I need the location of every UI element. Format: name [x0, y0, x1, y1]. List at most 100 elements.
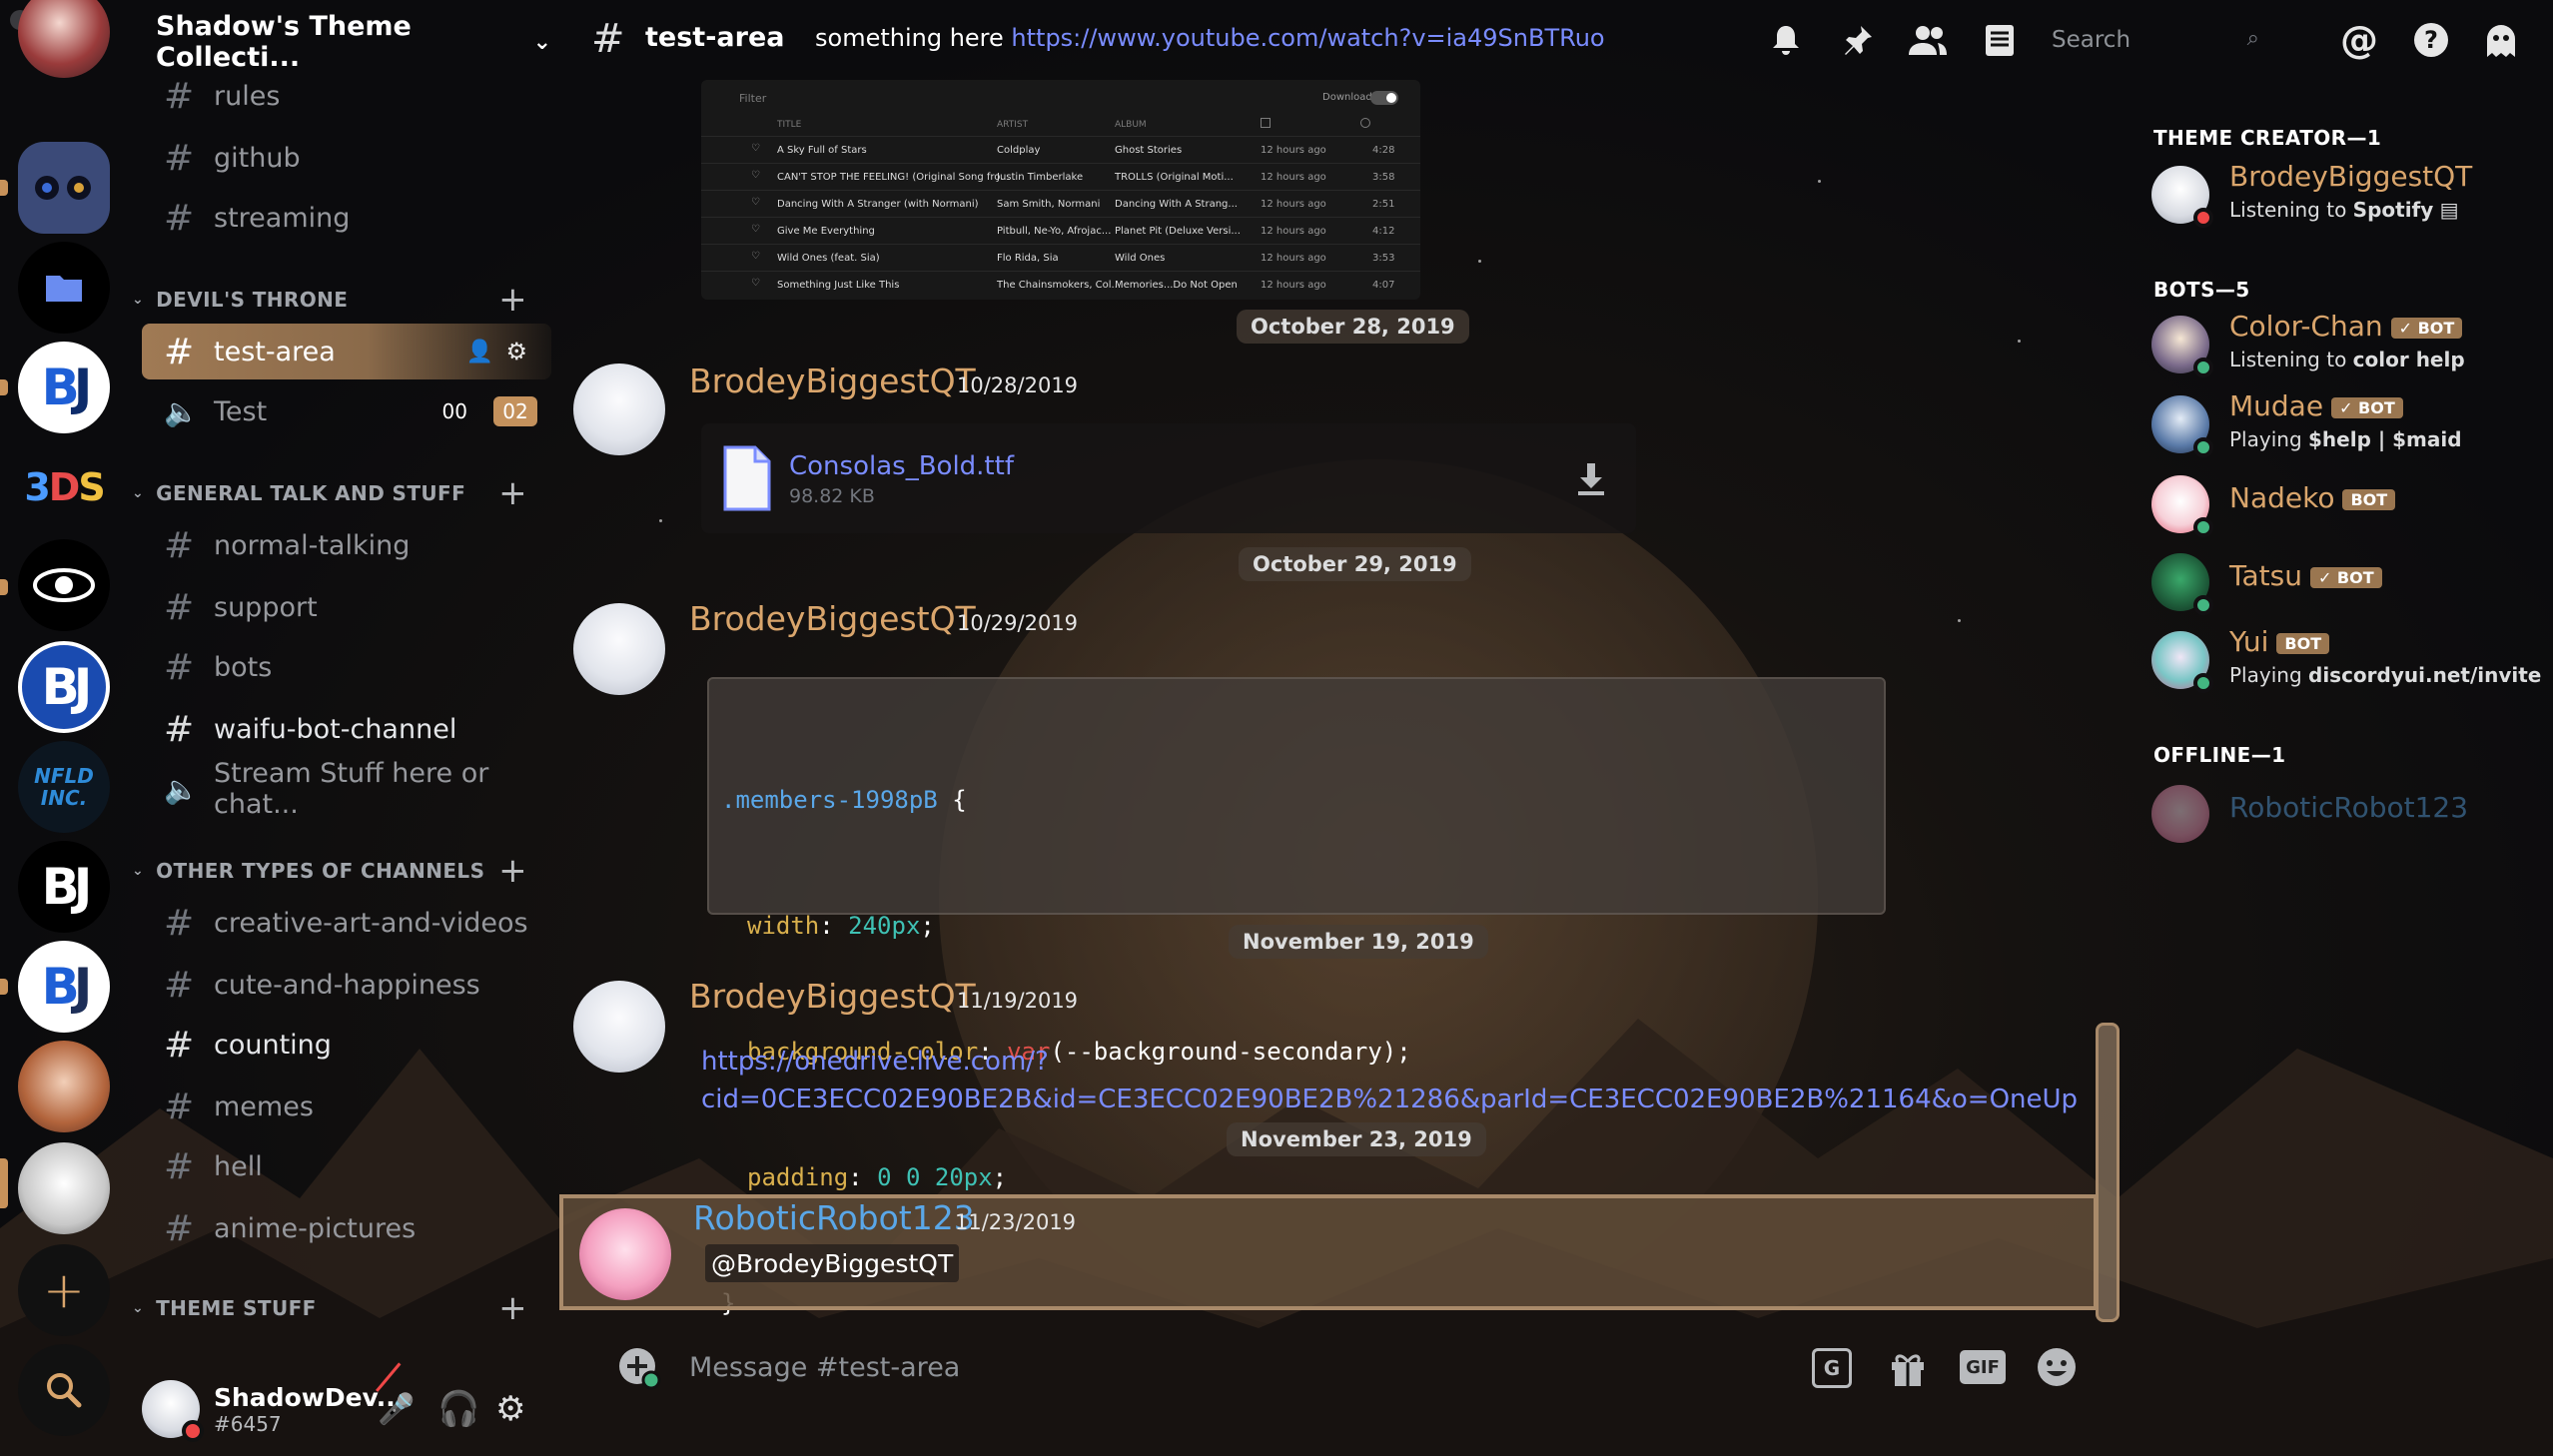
- download-icon[interactable]: [1576, 461, 1606, 495]
- channel-memes[interactable]: # memes: [142, 1079, 551, 1134]
- server-icon-bj-blue[interactable]: BJ: [18, 641, 110, 733]
- category-other-types[interactable]: ⌄ OTHER TYPES OF CHANNELS +: [132, 851, 541, 891]
- member-bot[interactable]: Nadeko BOT: [2151, 469, 2551, 537]
- mute-icon[interactable]: 🎤: [378, 1392, 415, 1427]
- inbox-icon[interactable]: [1980, 20, 2020, 60]
- upload-icon[interactable]: [617, 1346, 661, 1390]
- channel-test-voice[interactable]: 🔈 Test 00 02: [142, 383, 551, 439]
- member-bot[interactable]: Mudae ✓ BOT Playing $help | $maid: [2151, 389, 2551, 457]
- topic-link[interactable]: https://www.youtube.com/watch?v=ia49SnBT…: [1011, 24, 1604, 52]
- channel-normal-talking[interactable]: # normal-talking: [142, 517, 551, 573]
- server-icon-bj-black[interactable]: BJ: [18, 841, 110, 933]
- server-icon-eye[interactable]: [18, 539, 110, 631]
- date-divider: October 29, 2019: [1239, 547, 1471, 581]
- category-general-talk[interactable]: ⌄ GENERAL TALK AND STUFF +: [132, 473, 541, 513]
- add-channel-icon[interactable]: +: [498, 1288, 527, 1328]
- settings-icon[interactable]: ⚙: [495, 1389, 525, 1429]
- member-offline[interactable]: RoboticRobot123: [2151, 779, 2551, 845]
- mentioned-message[interactable]: RoboticRobot123 11/23/2019 @BrodeyBigges…: [559, 1194, 2098, 1310]
- message-author[interactable]: RoboticRobot123: [693, 1198, 975, 1237]
- channel-hell[interactable]: # hell: [142, 1138, 551, 1194]
- category-devils-throne[interactable]: ⌄ DEVIL'S THRONE +: [132, 280, 541, 320]
- message-composer[interactable]: Message #test-area G GIF: [599, 1338, 2088, 1398]
- channel-waifu-bot[interactable]: # waifu-bot-channel: [142, 701, 551, 757]
- avatar[interactable]: [579, 1208, 671, 1300]
- heart-icon[interactable]: ♡: [751, 278, 760, 289]
- channel-creative-art[interactable]: # creative-art-and-videos: [142, 895, 551, 951]
- ghost-icon[interactable]: [2481, 20, 2521, 60]
- channel-stream-voice[interactable]: 🔈 Stream Stuff here or chat...: [142, 758, 551, 820]
- message-link[interactable]: https://onedrive.live.com/? cid=0CE3ECC0…: [701, 1043, 2078, 1118]
- heart-icon[interactable]: ♡: [751, 224, 760, 235]
- track-row[interactable]: ♡ A Sky Full of Stars Coldplay Ghost Sto…: [701, 136, 1420, 163]
- member-bot[interactable]: Color-Chan ✓ BOT Listening to color help: [2151, 310, 2551, 377]
- members-icon[interactable]: [1908, 20, 1948, 60]
- avatar[interactable]: [573, 364, 665, 455]
- track-row[interactable]: ♡ CAN'T STOP THE FEELING! (Original Song…: [701, 163, 1420, 190]
- channel-anime-pictures[interactable]: # anime-pictures: [142, 1200, 551, 1256]
- chevron-down-icon: ⌄: [132, 485, 145, 501]
- file-name[interactable]: Consolas_Bold.ttf: [789, 451, 1014, 481]
- server-icon-manga[interactable]: [18, 1142, 110, 1234]
- guild-header[interactable]: Shadow's Theme Collecti... ⌄: [156, 11, 551, 73]
- emoji-icon[interactable]: [2036, 1346, 2078, 1388]
- message-author[interactable]: BrodeyBiggestQT: [689, 599, 976, 638]
- explore-icon[interactable]: [18, 1344, 110, 1436]
- channel-bots[interactable]: # bots: [142, 639, 551, 695]
- member-bot[interactable]: Tatsu ✓ BOT: [2151, 547, 2551, 615]
- user-mention[interactable]: @BrodeyBiggestQT: [705, 1244, 960, 1282]
- heart-icon[interactable]: ♡: [751, 143, 760, 154]
- image-attachment[interactable]: Filter Download TITLE ARTIST ALBUM ♡ A S…: [701, 80, 1420, 300]
- server-icon-bj-white[interactable]: BJ: [18, 941, 110, 1033]
- message-author[interactable]: BrodeyBiggestQT: [689, 362, 976, 400]
- settings-icon[interactable]: ⚙: [505, 338, 527, 365]
- channel-counting[interactable]: # counting: [142, 1017, 551, 1073]
- heart-icon[interactable]: ♡: [751, 197, 760, 208]
- message-input[interactable]: Message #test-area: [689, 1352, 960, 1383]
- track-row[interactable]: ♡ Give Me Everything Pitbull, Ne-Yo, Afr…: [701, 217, 1420, 244]
- category-theme-stuff[interactable]: ⌄ THEME STUFF +: [132, 1288, 541, 1328]
- channel-topic[interactable]: something here https://www.youtube.com/w…: [815, 24, 1605, 52]
- gift-icon[interactable]: [1888, 1348, 1928, 1388]
- member-creator[interactable]: BrodeyBiggestQT Listening to Spotify ▤: [2151, 160, 2551, 228]
- server-icon-3ds[interactable]: 3DS: [18, 441, 110, 533]
- bell-icon[interactable]: [1766, 20, 1806, 60]
- track-row[interactable]: ♡ Wild Ones (feat. Sia) Flo Rida, Sia Wi…: [701, 244, 1420, 271]
- member-bot[interactable]: Yui BOT Playing discordyui.net/invite: [2151, 625, 2551, 693]
- mention-icon[interactable]: @: [2339, 18, 2379, 62]
- server-icon-nfld[interactable]: NFLD INC.: [18, 741, 110, 833]
- translate-icon[interactable]: G: [1812, 1348, 1852, 1388]
- spotify-download-toggle[interactable]: [1370, 91, 1398, 105]
- home-folder-icon[interactable]: [18, 242, 110, 334]
- track-row[interactable]: ♡ Something Just Like This The Chainsmok…: [701, 271, 1420, 298]
- server-icon-anime-girl[interactable]: [18, 1041, 110, 1132]
- avatar[interactable]: [142, 1380, 204, 1442]
- heart-icon[interactable]: ♡: [751, 251, 760, 262]
- scrollbar-thumb[interactable]: [2096, 1023, 2120, 1322]
- add-channel-icon[interactable]: +: [498, 473, 527, 513]
- gif-button[interactable]: GIF: [1960, 1350, 2006, 1384]
- headphones-icon[interactable]: 🎧: [437, 1389, 479, 1429]
- server-icon-gaming[interactable]: [18, 142, 110, 234]
- channel-rules[interactable]: # rules: [142, 68, 551, 124]
- add-channel-icon[interactable]: +: [498, 851, 527, 891]
- search-input[interactable]: Search ⌕: [2042, 20, 2271, 60]
- channel-github[interactable]: # github: [142, 130, 551, 186]
- channel-test-area[interactable]: # test-area 👤 ⚙: [142, 324, 551, 379]
- server-icon-anime[interactable]: [18, 0, 110, 78]
- add-server-icon[interactable]: +: [18, 1244, 110, 1336]
- channel-cute-happiness[interactable]: # cute-and-happiness: [142, 957, 551, 1013]
- avatar[interactable]: [573, 981, 665, 1073]
- add-channel-icon[interactable]: +: [498, 280, 527, 320]
- server-icon-bj[interactable]: BJ: [18, 342, 110, 433]
- track-row[interactable]: ♡ Dancing With A Stranger (with Normani)…: [701, 190, 1420, 217]
- help-icon[interactable]: ?: [2411, 20, 2451, 60]
- avatar[interactable]: [573, 603, 665, 695]
- file-attachment[interactable]: Consolas_Bold.ttf 98.82 KB: [701, 423, 1636, 533]
- channel-streaming[interactable]: # streaming: [142, 190, 551, 246]
- pin-icon[interactable]: [1838, 20, 1878, 60]
- heart-icon[interactable]: ♡: [751, 170, 760, 181]
- message-author[interactable]: BrodeyBiggestQT: [689, 977, 976, 1016]
- invite-icon[interactable]: 👤: [466, 340, 493, 364]
- channel-support[interactable]: # support: [142, 579, 551, 635]
